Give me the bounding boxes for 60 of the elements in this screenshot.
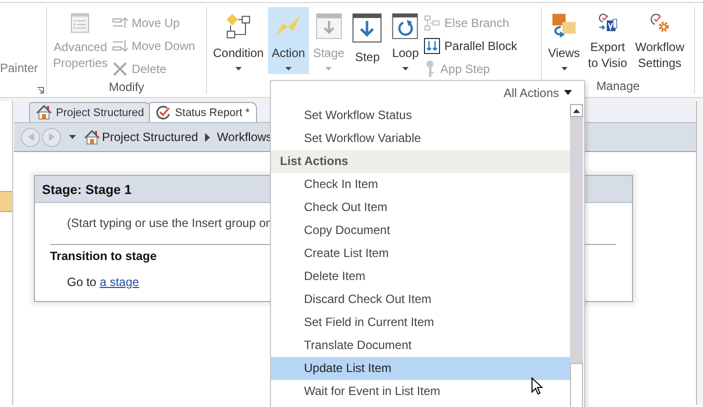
caret-icon [325,67,332,71]
house-icon [36,105,52,120]
back-button[interactable] [21,128,40,146]
ribbon-button[interactable]: Action [268,7,310,74]
action-item[interactable]: Set Workflow Variable [271,127,570,150]
delete-icon [112,62,128,76]
stage-icon [314,13,344,40]
action-item[interactable]: Wait for Event in List Item [271,380,570,403]
scrollbar[interactable] [570,104,583,407]
action-item[interactable]: Set Field in Current Item [271,311,570,334]
move-up-icon [112,16,128,30]
caret-icon [564,90,572,95]
action-item[interactable]: Set Workflow Status [271,104,570,127]
move-down-icon [112,39,128,53]
action-item[interactable]: Discard Check Out Item [271,288,570,311]
workflow-icon [156,105,172,120]
action-item[interactable]: Update List Item [271,357,570,380]
loop-icon [390,13,420,40]
key-icon [424,60,436,78]
action-item[interactable]: Check In Item [271,173,570,196]
breadcrumb-link[interactable]: Project Structured [102,130,198,144]
caret-icon[interactable] [69,135,76,139]
ribbon-button[interactable]: Loop [386,7,424,74]
pointer-icon [531,377,543,395]
action-item[interactable]: Create List Item [271,242,570,265]
category-header: List Actions [271,150,570,173]
transition-text: Go to a stage [67,275,140,289]
panel-tab[interactable] [0,191,12,212]
up-arrow-icon [573,108,580,112]
group-label: Manage [596,79,640,93]
branch-icon [424,15,440,31]
action-item[interactable]: Copy Document [271,219,570,242]
caret-icon [560,67,568,71]
painter-button[interactable]: Painter [0,61,38,75]
breadcrumb-link[interactable]: Workflows [217,130,272,144]
ribbon-button[interactable]: Step [348,7,386,74]
ribbon-button[interactable]: Export to Visio [584,7,632,74]
separator-arrow-icon [205,132,210,142]
ribbon-button[interactable]: Parallel Block [424,36,518,56]
caret-icon [284,67,292,71]
action-item[interactable]: Translate Document [271,334,570,357]
right-arrow-icon [48,133,54,141]
scroll-thumb[interactable] [570,363,583,407]
transition-title: Transition to stage [50,249,157,263]
filter-dropdown[interactable]: All Actions [504,86,572,100]
group-label: Modify [108,80,144,94]
ribbon-button[interactable]: Condition [209,7,268,74]
document-tab[interactable]: Status Report * [149,102,257,122]
launcher-icon[interactable] [37,87,44,94]
parallel-arrows-icon [424,38,440,54]
action-item[interactable]: Delete Item [271,265,570,288]
ribbon-button[interactable]: Workflow Settings [631,7,688,74]
document-tab[interactable]: Project Structured [29,102,152,122]
ribbon-button[interactable]: Views [544,7,584,74]
stage-link[interactable]: a stage [100,275,140,289]
caret-icon [402,67,409,71]
left-arrow-icon [28,133,34,141]
caret-icon [234,67,242,71]
forward-button[interactable] [42,128,61,146]
house-icon [84,130,100,144]
